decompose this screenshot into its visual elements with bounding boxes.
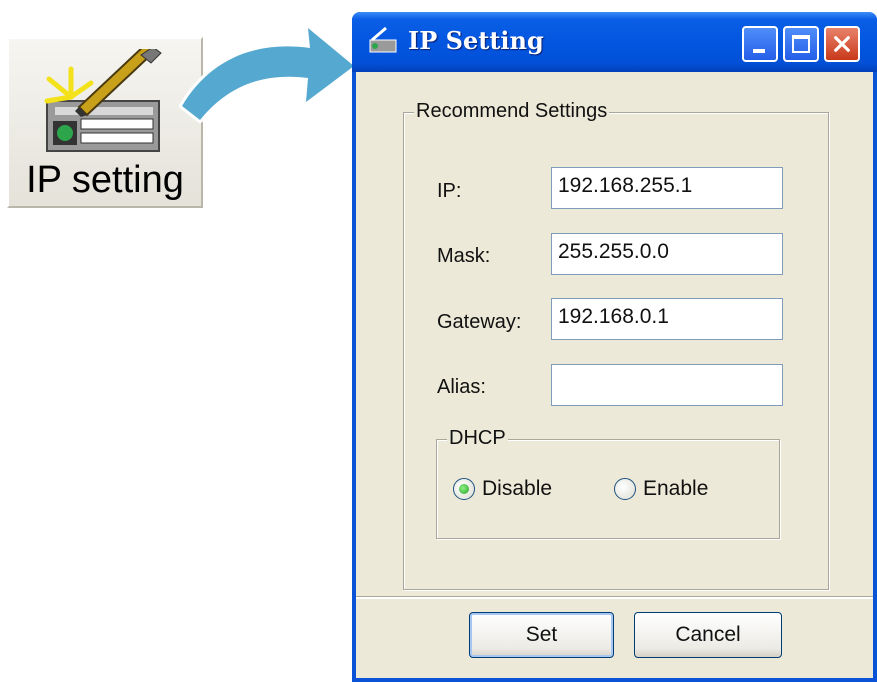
dhcp-disable-radio[interactable]: Disable	[453, 477, 552, 501]
launcher-label: IP setting	[26, 159, 184, 201]
window-app-icon	[369, 26, 397, 53]
ip-input[interactable]: 192.168.255.1	[551, 167, 783, 209]
curved-arrow-icon	[179, 25, 357, 123]
recommend-settings-legend: Recommend Settings	[414, 100, 610, 123]
dhcp-enable-radio[interactable]: Enable	[614, 477, 708, 501]
dhcp-enable-label: Enable	[643, 477, 709, 500]
footer-separator	[356, 596, 873, 599]
alias-label: Alias:	[437, 376, 486, 398]
gateway-input[interactable]: 192.168.0.1	[551, 298, 783, 340]
set-button[interactable]: Set	[469, 612, 614, 658]
maximize-icon	[792, 35, 810, 53]
mask-input[interactable]: 255.255.0.0	[551, 233, 783, 275]
alias-input[interactable]	[551, 364, 783, 406]
close-button[interactable]	[824, 26, 860, 62]
dhcp-legend: DHCP	[447, 427, 508, 450]
radio-selected-icon	[453, 478, 475, 500]
mask-label: Mask:	[437, 245, 491, 267]
dhcp-disable-label: Disable	[482, 477, 553, 500]
radio-unselected-icon	[614, 478, 636, 500]
window-titlebar[interactable]: IP Setting	[352, 12, 877, 72]
maximize-button[interactable]	[783, 26, 819, 62]
ip-setting-window: IP Setting Recommend Settings IP: 192.16…	[352, 12, 877, 682]
close-icon	[834, 36, 850, 52]
cancel-button[interactable]: Cancel	[634, 612, 782, 658]
ip-setting-icon	[44, 49, 162, 152]
ip-label: IP:	[437, 180, 462, 202]
minimize-button[interactable]	[742, 26, 778, 62]
minimize-icon	[753, 49, 765, 53]
gateway-label: Gateway:	[437, 311, 522, 333]
window-title: IP Setting	[408, 26, 544, 55]
